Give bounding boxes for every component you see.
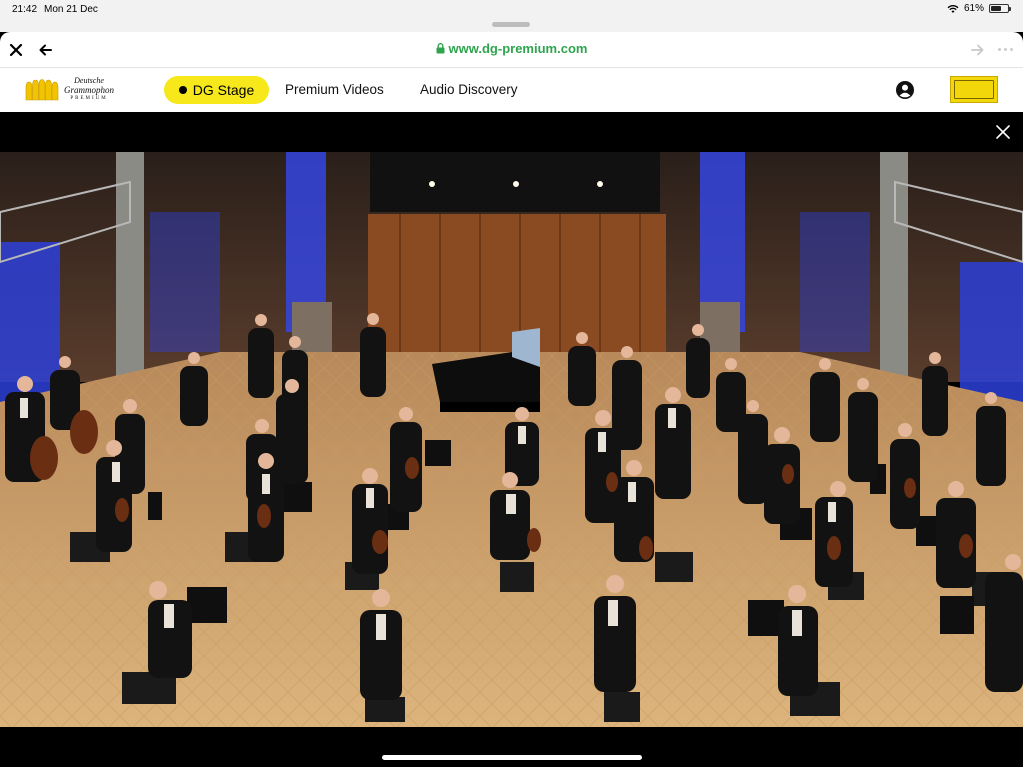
video-player[interactable] <box>0 152 1023 727</box>
address-bar[interactable]: www.dg-premium.com <box>0 41 1023 56</box>
sheet-grabber[interactable] <box>492 22 530 27</box>
logo-wordmark: Deutsche Grammophon PREMIUM <box>64 76 115 102</box>
dg-premium-logo[interactable]: Deutsche Grammophon PREMIUM <box>24 76 115 102</box>
dg-yellow-label-logo[interactable] <box>950 76 998 103</box>
nav-dg-stage[interactable]: DG Stage <box>164 76 269 104</box>
arrow-right-icon[interactable] <box>969 41 987 59</box>
lock-icon <box>436 43 445 54</box>
video-overlay <box>0 112 1023 767</box>
account-icon[interactable] <box>895 80 915 100</box>
nav-premium-videos[interactable]: Premium Videos <box>285 82 384 97</box>
status-date: Mon 21 Dec <box>44 4 98 15</box>
status-bar: 21:42 Mon 21 Dec 61% <box>0 0 1023 32</box>
browser-toolbar: www.dg-premium.com <box>0 32 1023 68</box>
more-icon[interactable] <box>998 48 1013 51</box>
status-time: 21:42 <box>12 4 38 15</box>
home-indicator[interactable] <box>382 755 642 760</box>
live-dot-icon <box>178 86 187 94</box>
close-icon[interactable] <box>995 124 1011 140</box>
url-text: www.dg-premium.com <box>448 41 588 56</box>
status-right: 61% <box>947 3 1011 14</box>
tulip-crown-icon <box>25 79 59 101</box>
site-header: Deutsche Grammophon PREMIUM DG Stage Pre… <box>0 68 1023 112</box>
nav-dg-stage-label: DG Stage <box>192 82 255 98</box>
orchestra-video-frame <box>0 152 1023 727</box>
nav-audio-discovery[interactable]: Audio Discovery <box>420 82 518 97</box>
battery-percent: 61% <box>963 3 984 14</box>
wifi-icon <box>947 4 959 13</box>
battery-icon <box>989 4 1011 13</box>
